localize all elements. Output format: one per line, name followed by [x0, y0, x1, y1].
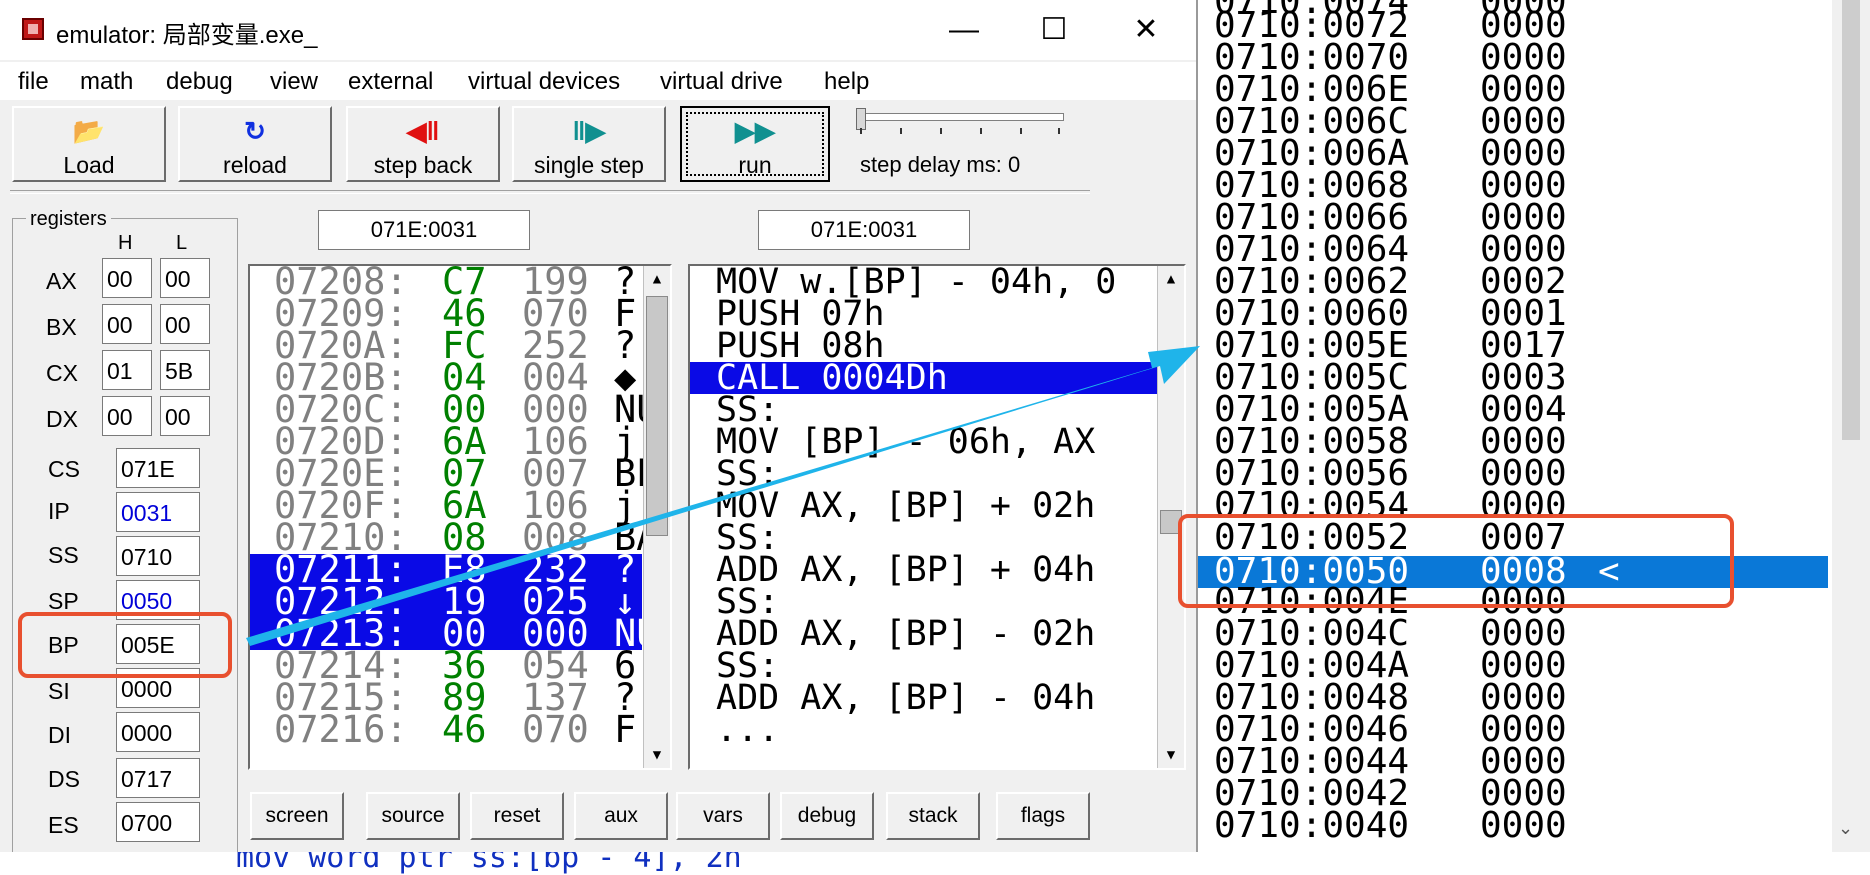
annotation-arrow: [246, 346, 1200, 646]
